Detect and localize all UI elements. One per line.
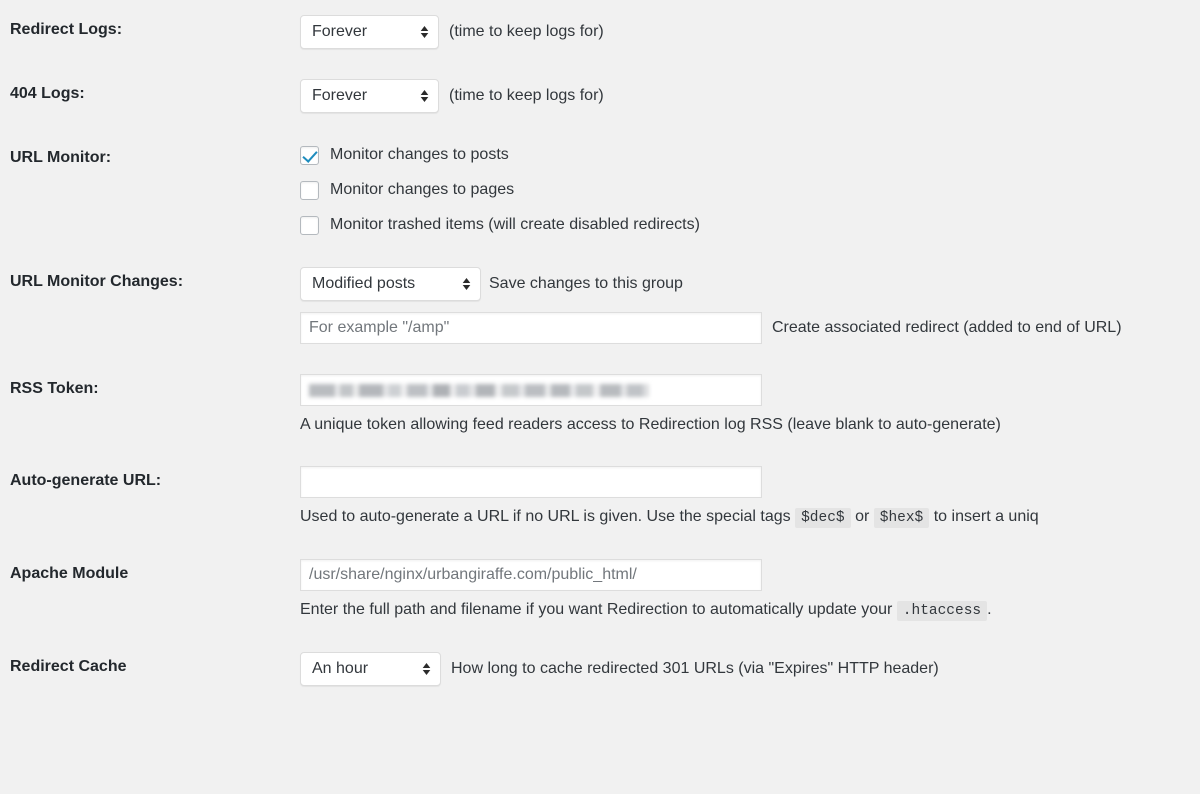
apache-module-description-before: Enter the full path and filename if you … bbox=[300, 601, 892, 618]
redirect-cache-group: An hour How long to cache redirected 301… bbox=[300, 652, 1190, 686]
url-monitor-redirect-note: Create associated redirect (added to end… bbox=[772, 316, 1122, 340]
row-auto-generate-url: Auto-generate URL: Used to auto-generate… bbox=[0, 451, 1200, 544]
checkbox-label-monitor-pages[interactable]: Monitor changes to pages bbox=[330, 178, 514, 202]
auto-generate-url-input[interactable] bbox=[300, 466, 762, 498]
label-404-logs: 404 Logs: bbox=[0, 64, 300, 128]
checkbox-label-monitor-posts[interactable]: Monitor changes to posts bbox=[330, 143, 509, 167]
row-404-logs: 404 Logs: Forever (time to keep logs for… bbox=[0, 64, 1200, 128]
chevron-updown-icon bbox=[461, 276, 472, 292]
url-monitor-changes-select-value: Modified posts bbox=[312, 272, 435, 296]
auto-generate-url-description: Used to auto-generate a URL if no URL is… bbox=[300, 505, 1190, 529]
apache-module-description: Enter the full path and filename if you … bbox=[300, 598, 1190, 622]
code-tag-dec: $dec$ bbox=[795, 508, 851, 528]
label-redirect-logs: Redirect Logs: bbox=[0, 0, 300, 64]
label-auto-generate-url: Auto-generate URL: bbox=[0, 451, 300, 544]
field-auto-generate-url: Used to auto-generate a URL if no URL is… bbox=[300, 451, 1200, 544]
chevron-updown-icon bbox=[419, 88, 430, 104]
label-redirect-cache: Redirect Cache bbox=[0, 637, 300, 701]
code-tag-htaccess: .htaccess bbox=[897, 601, 987, 621]
auto-generate-url-description-before: Used to auto-generate a URL if no URL is… bbox=[300, 508, 791, 525]
checkbox-row-monitor-trashed[interactable]: Monitor trashed items (will create disab… bbox=[300, 213, 1190, 237]
url-monitor-redirect-input[interactable]: For example "/amp" bbox=[300, 312, 762, 344]
field-rss-token: A unique token allowing feed readers acc… bbox=[300, 359, 1200, 451]
field-url-monitor: Monitor changes to posts Monitor changes… bbox=[300, 128, 1200, 252]
checkbox-monitor-trashed[interactable] bbox=[300, 216, 319, 235]
rss-token-redacted-value bbox=[309, 384, 649, 397]
row-url-monitor-changes: URL Monitor Changes: Modified posts Save… bbox=[0, 252, 1200, 359]
auto-generate-url-description-after: to insert a uniq bbox=[934, 508, 1039, 525]
redirection-options-table: Redirect Logs: Forever (time to keep log… bbox=[0, 0, 1200, 701]
label-apache-module: Apache Module bbox=[0, 544, 300, 637]
chevron-updown-icon bbox=[419, 24, 430, 40]
checkbox-label-monitor-trashed[interactable]: Monitor trashed items (will create disab… bbox=[330, 213, 700, 237]
404-logs-control-group: Forever (time to keep logs for) bbox=[300, 79, 1190, 113]
row-redirect-cache: Redirect Cache An hour How long to cache… bbox=[0, 637, 1200, 701]
404-logs-select-value: Forever bbox=[312, 84, 387, 108]
row-redirect-logs: Redirect Logs: Forever (time to keep log… bbox=[0, 0, 1200, 64]
redirect-cache-note: How long to cache redirected 301 URLs (v… bbox=[451, 657, 939, 681]
chevron-updown-icon bbox=[421, 661, 432, 677]
checkbox-row-monitor-posts[interactable]: Monitor changes to posts bbox=[300, 143, 1190, 167]
field-url-monitor-changes: Modified posts Save changes to this grou… bbox=[300, 252, 1200, 359]
label-rss-token: RSS Token: bbox=[0, 359, 300, 451]
auto-generate-url-description-or: or bbox=[855, 508, 869, 525]
redirect-logs-note: (time to keep logs for) bbox=[449, 20, 604, 44]
url-monitor-changes-group: Modified posts Save changes to this grou… bbox=[300, 267, 1190, 301]
rss-token-input[interactable] bbox=[300, 374, 762, 406]
apache-module-input[interactable]: /usr/share/nginx/urbangiraffe.com/public… bbox=[300, 559, 762, 591]
code-tag-hex: $hex$ bbox=[874, 508, 930, 528]
row-rss-token: RSS Token: A unique token allowing feed … bbox=[0, 359, 1200, 451]
checkbox-monitor-pages[interactable] bbox=[300, 181, 319, 200]
row-url-monitor: URL Monitor: Monitor changes to posts Mo… bbox=[0, 128, 1200, 252]
url-monitor-changes-select[interactable]: Modified posts bbox=[300, 267, 481, 301]
checkbox-row-monitor-pages[interactable]: Monitor changes to pages bbox=[300, 178, 1190, 202]
label-url-monitor-changes: URL Monitor Changes: bbox=[0, 252, 300, 359]
label-url-monitor: URL Monitor: bbox=[0, 128, 300, 252]
url-monitor-changes-note: Save changes to this group bbox=[489, 272, 683, 296]
field-apache-module: /usr/share/nginx/urbangiraffe.com/public… bbox=[300, 544, 1200, 637]
redirect-logs-control-group: Forever (time to keep logs for) bbox=[300, 15, 1190, 49]
redirect-logs-select[interactable]: Forever bbox=[300, 15, 439, 49]
redirect-cache-select-value: An hour bbox=[312, 657, 388, 681]
field-redirect-cache: An hour How long to cache redirected 301… bbox=[300, 637, 1200, 701]
field-redirect-logs: Forever (time to keep logs for) bbox=[300, 0, 1200, 64]
url-monitor-redirect-group: For example "/amp" Create associated red… bbox=[300, 312, 1190, 344]
checkbox-monitor-posts[interactable] bbox=[300, 146, 319, 165]
404-logs-note: (time to keep logs for) bbox=[449, 84, 604, 108]
redirect-logs-select-value: Forever bbox=[312, 20, 387, 44]
rss-token-description: A unique token allowing feed readers acc… bbox=[300, 413, 1190, 436]
redirect-cache-select[interactable]: An hour bbox=[300, 652, 441, 686]
apache-module-description-after: . bbox=[987, 601, 991, 618]
field-404-logs: Forever (time to keep logs for) bbox=[300, 64, 1200, 128]
row-apache-module: Apache Module /usr/share/nginx/urbangira… bbox=[0, 544, 1200, 637]
404-logs-select[interactable]: Forever bbox=[300, 79, 439, 113]
